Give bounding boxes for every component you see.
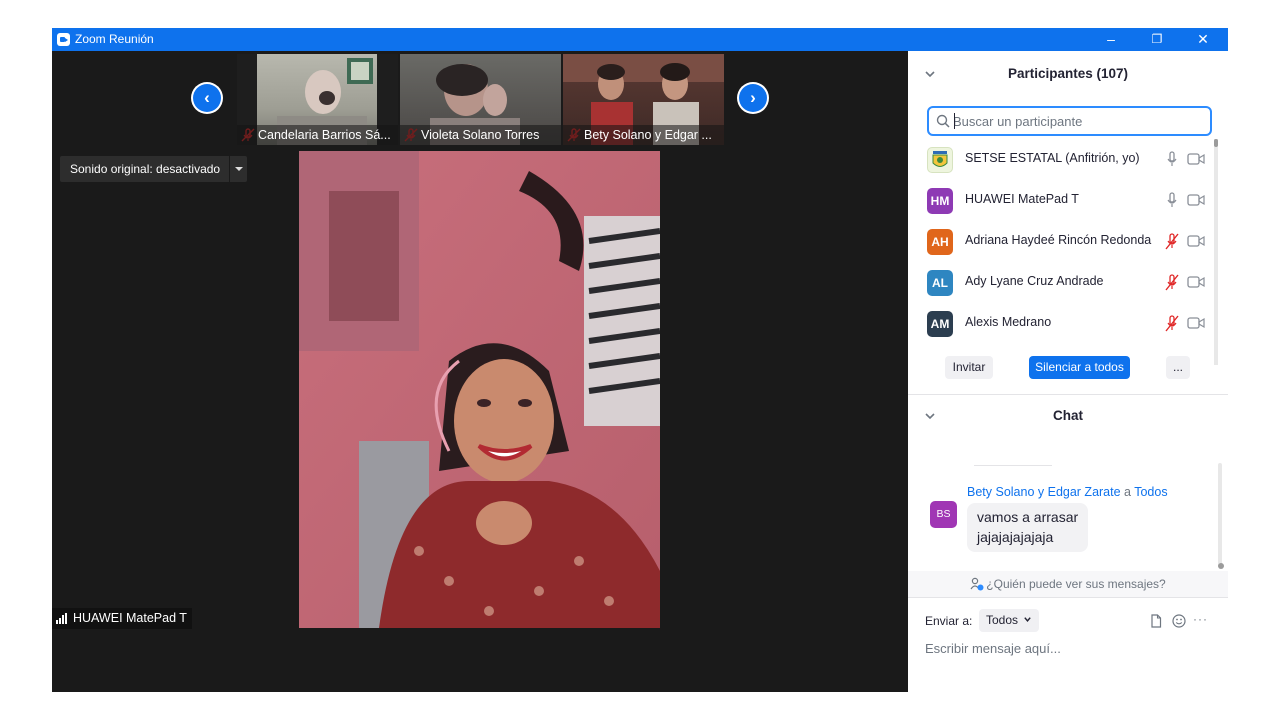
- send-to-label: Enviar a:: [925, 614, 973, 628]
- mute-all-button[interactable]: Silenciar a todos: [1029, 356, 1130, 379]
- chat-messages: Bety Solano y Edgar Zarate a Todos BS va…: [908, 461, 1228, 571]
- video-camera-icon[interactable]: [1187, 275, 1205, 289]
- scrollbar-thumb[interactable]: [1218, 563, 1224, 569]
- avatar: BS: [930, 501, 957, 528]
- text-cursor: [954, 113, 955, 129]
- video-camera-icon[interactable]: [1187, 234, 1205, 248]
- avatar: [927, 147, 953, 173]
- participant-row[interactable]: AL Ady Lyane Cruz Andrade: [908, 262, 1218, 303]
- thumbnail-label: Bety Solano y Edgar ...: [563, 125, 724, 145]
- who-can-see-link[interactable]: ¿Quién puede ver sus mensajes?: [908, 571, 1228, 597]
- participant-row[interactable]: SETSE ESTATAL (Anfitrión, yo): [908, 139, 1218, 180]
- who-can-see-text: ¿Quién puede ver sus mensajes?: [986, 577, 1166, 591]
- original-sound-label: Sonido original: desactivado: [70, 162, 221, 176]
- speaker-name: HUAWEI MatePad T: [73, 611, 187, 625]
- chevron-left-icon: ‹: [193, 84, 221, 112]
- video-thumbnail[interactable]: Bety Solano y Edgar ...: [563, 54, 724, 145]
- send-to-value: Todos: [986, 613, 1019, 627]
- chat-message-header: Bety Solano y Edgar Zarate a Todos: [967, 485, 1168, 499]
- more-icon[interactable]: ···: [1193, 612, 1208, 626]
- signal-strength-icon: [56, 612, 70, 625]
- participant-row[interactable]: AM Alexis Medrano: [908, 303, 1218, 344]
- video-thumbnail[interactable]: Candelaria Barrios Sá...: [237, 54, 398, 145]
- chat-message-line: jajajajajajaja: [977, 529, 1054, 545]
- video-camera-icon[interactable]: [1187, 193, 1205, 207]
- zoom-window: Zoom Reunión – ❐ ✕ ‹ Candelaria Barrios …: [52, 28, 1228, 692]
- participant-row[interactable]: AH Adriana Haydeé Rincón Redonda: [908, 221, 1218, 262]
- participant-scrollbar[interactable]: [1214, 139, 1218, 365]
- title-bar: Zoom Reunión – ❐ ✕: [52, 28, 1228, 51]
- chat-message-line: vamos a arrasar: [977, 509, 1079, 525]
- thumbnail-label: Candelaria Barrios Sá...: [237, 125, 398, 145]
- emoji-icon[interactable]: [1171, 613, 1187, 629]
- scrollbar-track: [1218, 463, 1222, 567]
- avatar: AH: [927, 229, 953, 255]
- gallery-next-button[interactable]: ›: [737, 82, 769, 114]
- invite-button[interactable]: Invitar: [945, 356, 993, 379]
- minimize-button[interactable]: –: [1088, 28, 1134, 51]
- chat-sender-name: Bety Solano y Edgar Zarate: [967, 485, 1121, 499]
- chat-bubble: vamos a arrasar jajajajajajaja: [967, 503, 1089, 552]
- file-icon[interactable]: [1148, 613, 1164, 629]
- chevron-down-icon: [1024, 617, 1032, 622]
- microphone-icon[interactable]: [1165, 151, 1179, 168]
- user-visibility-icon: [970, 577, 984, 591]
- chat-connector: a: [1120, 485, 1135, 499]
- video-area: ‹ Candelaria Barrios Sá... Violeta Solan…: [52, 51, 908, 692]
- microphone-icon[interactable]: [1165, 192, 1179, 209]
- close-button[interactable]: ✕: [1180, 28, 1226, 51]
- video-camera-icon[interactable]: [1187, 316, 1205, 330]
- video-thumbnail[interactable]: Violeta Solano Torres: [400, 54, 561, 145]
- participant-name: Ady Lyane Cruz Andrade: [965, 274, 1104, 288]
- search-icon: [936, 114, 950, 128]
- participant-name: Adriana Haydeé Rincón Redonda: [965, 233, 1152, 247]
- mic-muted-icon[interactable]: [1165, 233, 1179, 250]
- chat-message-input[interactable]: Escribir mensaje aquí...: [925, 641, 1061, 656]
- chat-recipient: Todos: [1134, 485, 1168, 499]
- speaker-video-frame: [299, 151, 660, 628]
- send-to-dropdown[interactable]: Todos: [979, 609, 1040, 632]
- mic-muted-icon[interactable]: [1165, 315, 1179, 332]
- gallery-prev-button[interactable]: ‹: [191, 82, 223, 114]
- participants-header: Participantes (107): [908, 51, 1228, 95]
- scrollbar-thumb[interactable]: [1214, 139, 1218, 147]
- participant-name: SETSE ESTATAL (Anfitrión, yo): [965, 151, 1140, 165]
- chat-scrollbar[interactable]: [1218, 463, 1224, 569]
- more-options-button[interactable]: ...: [1166, 356, 1190, 379]
- participants-title: Participantes (107): [1007, 66, 1129, 81]
- thumbnail-label: Violeta Solano Torres: [400, 125, 561, 145]
- mic-muted-icon[interactable]: [1165, 274, 1179, 291]
- chevron-right-icon: ›: [739, 84, 767, 112]
- restore-button[interactable]: ❐: [1134, 28, 1180, 51]
- speaker-name-tag: HUAWEI MatePad T: [52, 608, 192, 629]
- window-title: Zoom Reunión: [75, 32, 154, 46]
- participant-name: HUAWEI MatePad T: [965, 192, 1079, 206]
- original-sound-toggle[interactable]: Sonido original: desactivado: [60, 156, 247, 182]
- active-speaker-video: [299, 151, 660, 628]
- participant-list: SETSE ESTATAL (Anfitrión, yo) HM HUAWEI …: [908, 139, 1228, 389]
- chevron-down-icon[interactable]: [229, 156, 247, 182]
- video-camera-icon[interactable]: [1187, 152, 1205, 166]
- side-panel: Participantes (107) SETSE ES: [908, 51, 1228, 692]
- chat-title: Chat: [1053, 408, 1083, 423]
- section-divider: [908, 597, 1228, 598]
- section-divider: [908, 394, 1228, 395]
- avatar: HM: [927, 188, 953, 214]
- participant-row[interactable]: HM HUAWEI MatePad T: [908, 180, 1218, 221]
- avatar: AM: [927, 311, 953, 337]
- participant-name: Alexis Medrano: [965, 315, 1052, 329]
- zoom-app-icon: [57, 33, 70, 46]
- participant-search[interactable]: [927, 106, 1212, 136]
- message-separator: [974, 465, 1052, 466]
- organization-logo-icon: [932, 151, 948, 167]
- search-input[interactable]: [953, 111, 1203, 131]
- avatar: AL: [927, 270, 953, 296]
